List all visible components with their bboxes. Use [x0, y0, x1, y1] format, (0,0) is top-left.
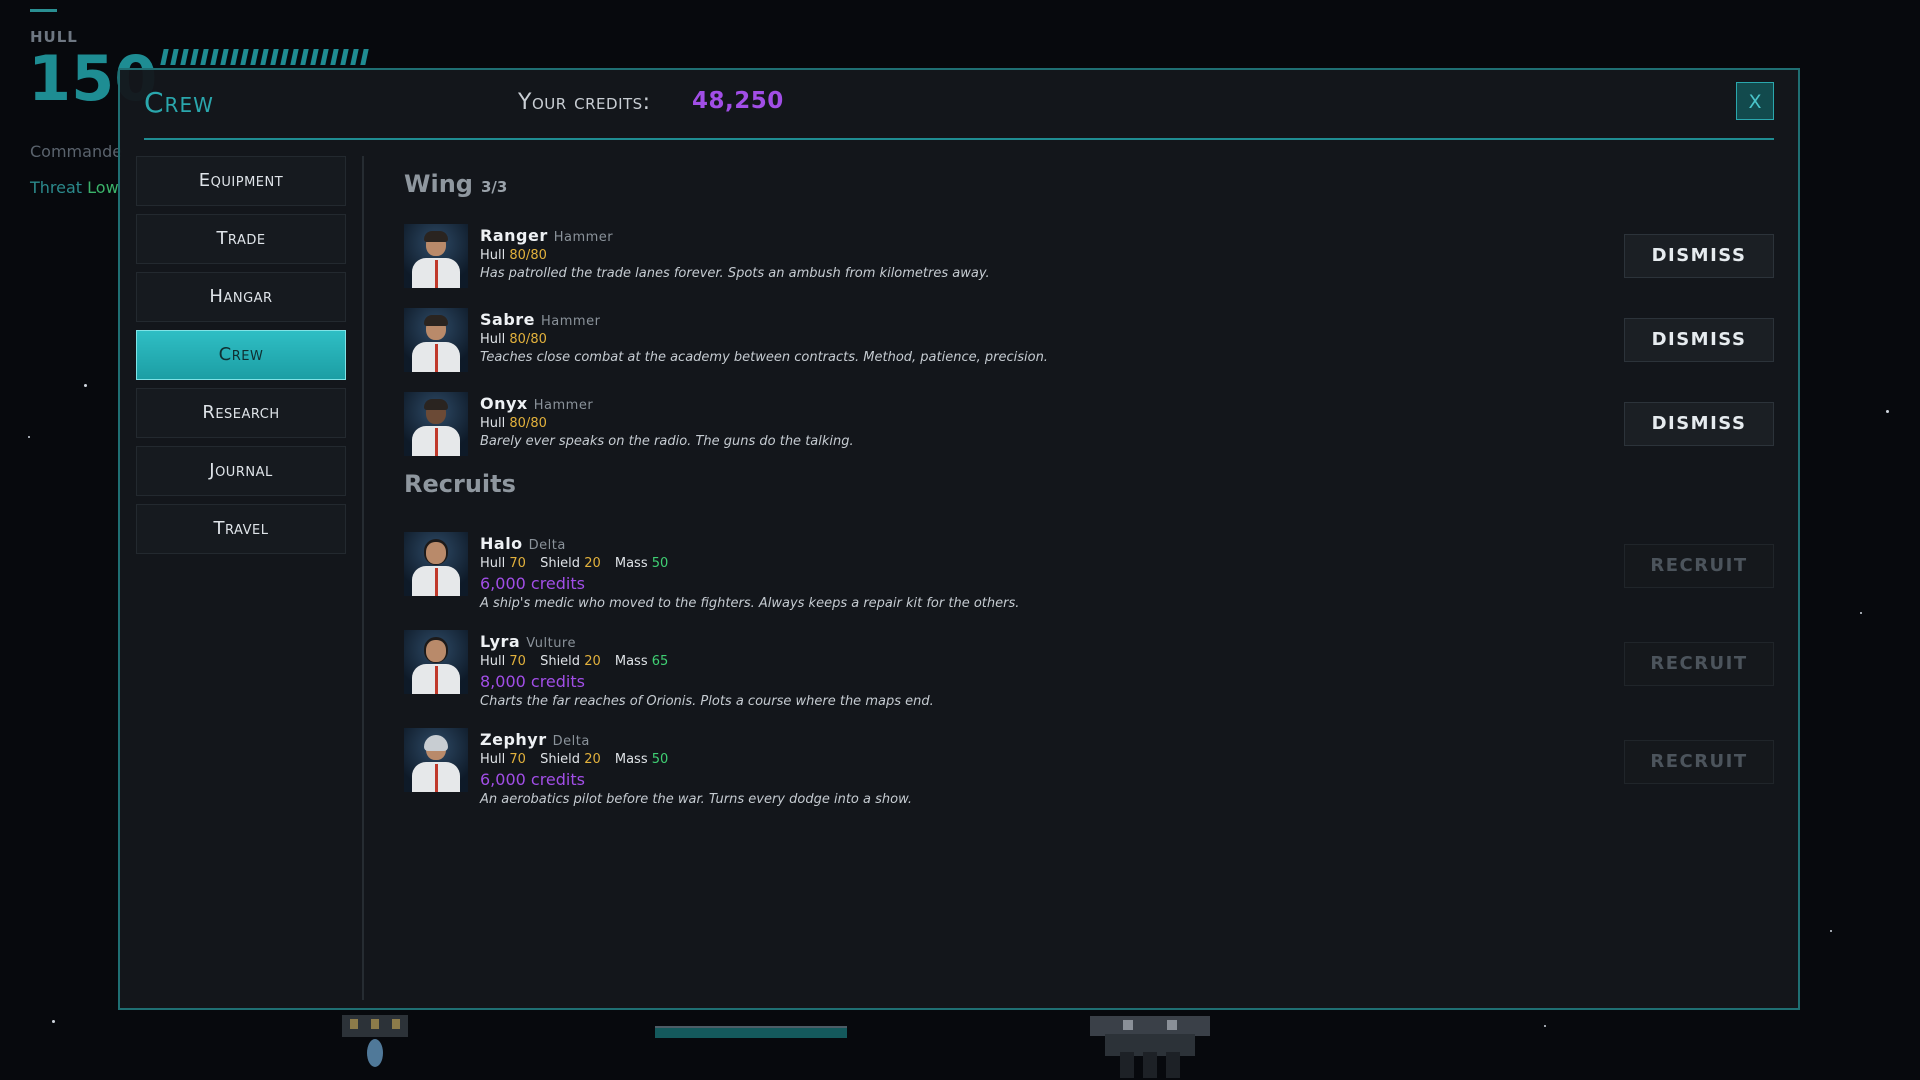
recruit-row: Zephyr Delta Hull 70 Shield 20 Mass 50 6,… [404, 728, 1774, 807]
hud-threat-value: Low [87, 178, 119, 197]
nav-journal[interactable]: Journal [136, 446, 346, 496]
recruit-class: Vulture [526, 636, 576, 651]
hud-threat-label: Threat [30, 178, 83, 197]
recruit-name: Zephyr Delta [480, 730, 590, 749]
pilot-description: Has patrolled the trade lanes forever. S… [480, 266, 990, 281]
ship-energy-bar [655, 1026, 847, 1038]
hud-threat: Threat Low [30, 178, 119, 197]
ship-thruster-graphic [342, 1015, 408, 1067]
pilot-stats: Hull 80/80 [480, 332, 547, 347]
pilot-class: Hammer [533, 398, 594, 413]
pilot-portrait [404, 392, 468, 456]
nav-crew[interactable]: Crew [136, 330, 346, 380]
recruit-description: An aerobatics pilot before the war. Turn… [480, 792, 912, 807]
close-button[interactable]: X [1736, 82, 1774, 120]
wing-count: 3/3 [480, 178, 508, 196]
recruit-button[interactable]: RECRUIT [1624, 740, 1774, 784]
nav-hangar[interactable]: Hangar [136, 272, 346, 322]
nav-research[interactable]: Research [136, 388, 346, 438]
dismiss-button[interactable]: DISMISS [1624, 402, 1774, 446]
pilot-name: Sabre Hammer [480, 310, 601, 329]
recruit-portrait [404, 728, 468, 792]
recruit-button[interactable]: RECRUIT [1624, 642, 1774, 686]
hud-hull-bar [160, 49, 369, 65]
recruit-row: Halo Delta Hull 70 Shield 20 Mass 50 6,00… [404, 532, 1774, 611]
recruits-section-title: Recruits [404, 470, 516, 498]
pilot-portrait [404, 224, 468, 288]
nav-trade[interactable]: Trade [136, 214, 346, 264]
pilot-class: Hammer [541, 314, 601, 329]
wing-title: Wing [404, 170, 473, 198]
nav-travel[interactable]: Travel [136, 504, 346, 554]
wing-member-row: Onyx Hammer Hull 80/80 Barely ever speaks… [404, 392, 1774, 462]
wing-section-title: Wing 3/3 [404, 170, 507, 198]
modal-title: Crew [144, 86, 214, 119]
player-ship-graphic [1090, 1016, 1210, 1078]
recruit-price: 6,000 credits [480, 770, 585, 789]
pilot-description: Teaches close combat at the academy betw… [480, 350, 1048, 365]
recruit-portrait [404, 532, 468, 596]
recruits-title: Recruits [404, 470, 516, 498]
sidebar-divider [362, 156, 364, 1000]
pilot-class: Hammer [553, 230, 614, 245]
sidebar-nav: Equipment Trade Hangar Crew Research Jou… [136, 156, 346, 562]
pilot-name: Onyx Hammer [480, 394, 594, 413]
recruit-portrait [404, 630, 468, 694]
pilot-name: Ranger Hammer [480, 226, 614, 245]
dismiss-button[interactable]: DISMISS [1624, 234, 1774, 278]
pilot-portrait [404, 308, 468, 372]
nav-equipment[interactable]: Equipment [136, 156, 346, 206]
recruit-stats: Hull 70 Shield 20 Mass 65 [480, 654, 669, 669]
recruit-button[interactable]: RECRUIT [1624, 544, 1774, 588]
recruit-price: 6,000 credits [480, 574, 585, 593]
wing-member-row: Ranger Hammer Hull 80/80 Has patrolled th… [404, 224, 1774, 294]
recruit-name: Halo Delta [480, 534, 566, 553]
modal-header: Crew Your credits: 48,250 X [144, 70, 1774, 140]
recruit-class: Delta [528, 538, 566, 553]
pilot-description: Barely ever speaks on the radio. The gun… [480, 434, 854, 449]
recruit-name: Lyra Vulture [480, 632, 576, 651]
pilot-stats: Hull 80/80 [480, 416, 547, 431]
dismiss-button[interactable]: DISMISS [1624, 318, 1774, 362]
recruit-stats: Hull 70 Shield 20 Mass 50 [480, 556, 669, 571]
recruit-description: Charts the far reaches of Orionis. Plots… [480, 694, 934, 709]
wing-member-row: Sabre Hammer Hull 80/80 Teaches close com… [404, 308, 1774, 378]
crew-modal: Crew Your credits: 48,250 X Equipment Tr… [118, 68, 1800, 1010]
recruit-row: Lyra Vulture Hull 70 Shield 20 Mass 65 8,… [404, 630, 1774, 709]
hud-commander-label: Commande [30, 142, 123, 161]
credits-value: 48,250 [692, 88, 784, 114]
hud-accent-line [30, 9, 57, 12]
recruit-price: 8,000 credits [480, 672, 585, 691]
recruit-class: Delta [552, 734, 590, 749]
recruit-description: A ship's medic who moved to the fighters… [480, 596, 1020, 611]
credits-label: Your credits: [518, 90, 651, 115]
pilot-stats: Hull 80/80 [480, 248, 547, 263]
recruit-stats: Hull 70 Shield 20 Mass 50 [480, 752, 669, 767]
